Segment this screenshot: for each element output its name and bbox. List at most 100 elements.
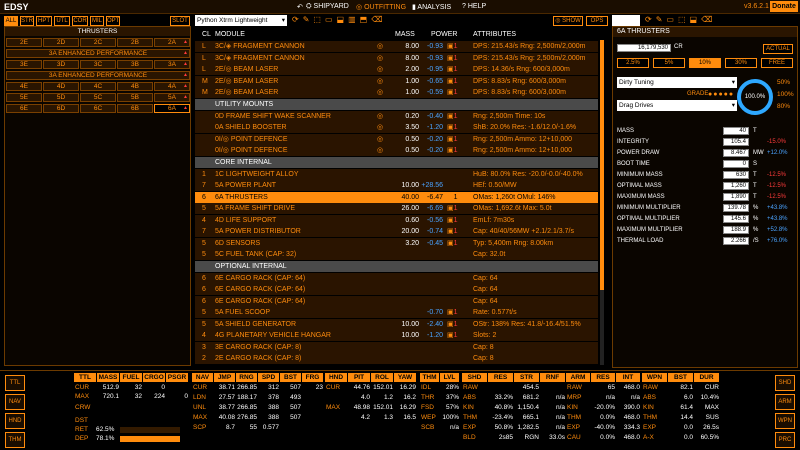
engineering-icon[interactable]: ◎ [377,111,383,122]
module-row[interactable]: L 3C/◈ FRAGMENT CANNON 8.00 -0.93 DPS: 215.4… [195,41,598,52]
module-row[interactable]: 0D FRAME SHIFT WAKE SCANNER 0.20 -0.40 Rng:… [195,110,598,122]
size-option-5c[interactable]: 5C [80,93,116,102]
module-row[interactable]: L 3C/◈ FRAGMENT CANNON 8.00 -0.93 DPS: 215.4… [195,52,598,64]
discount-0[interactable]: 2.5% [617,58,649,68]
module-row[interactable]: 5 5A FUEL SCOOP -0.70 Rate: 0.577t/s ▣ 1 [195,307,598,318]
filter-opt[interactable]: OPT [106,16,120,26]
size-option-6a[interactable]: 6A [154,104,190,113]
module-row[interactable]: 7 5A POWER DISTRIBUTOR 20.00 -0.74 Cap: 40/4… [195,226,598,237]
ship-toolbar-icons[interactable]: ⟳✎⬚▭⬓▥⬒⌫ [292,15,387,24]
priority-toggle[interactable]: ▣ 1 [447,64,458,75]
discount-1[interactable]: 5% [653,58,685,68]
module-row[interactable]: 7 5A POWER PLANT 10.00 +28.56 HEf: 0.50/MW [195,180,598,191]
tab-shipyard[interactable]: ⛭ SHIPYARD [306,3,349,11]
module-row[interactable]: M 2E/◎ BEAM LASER 1.00 -0.65 DPS: 8.83/s Rng… [195,75,598,87]
engineering-icon[interactable]: ◎ [377,76,383,87]
module-row[interactable]: L 2E/◎ BEAM LASER 2.00 -0.95 DPS: 14.36/s Rn… [195,64,598,75]
module-row[interactable]: 1 1C LIGHTWEIGHT ALLOY HuB: 80.0% Res: -20… [195,168,598,180]
size-option-3e[interactable]: 3E [6,60,42,69]
priority-toggle[interactable]: ▣ 1 [447,203,458,214]
size-option-3d[interactable]: 3D [43,60,79,69]
module-row[interactable]: 2 2E CARGO RACK (CAP: 8) Cap: 8 [195,353,598,364]
engineering-icon[interactable]: ◎ [377,122,383,133]
show-button[interactable]: ◎ SHOW [553,16,583,26]
priority-toggle[interactable]: ▣ 1 [447,238,458,249]
priority-toggle[interactable]: ▣ 1 [447,76,458,87]
size-option-2a[interactable]: 2A [154,38,190,47]
size-option-6b[interactable]: 6B [117,104,153,113]
view-nav[interactable]: NAV [5,394,25,410]
view-thm[interactable]: THM [5,432,25,448]
module-row[interactable]: 5 6D SENSORS 3.20 -0.45 Typ: 5,400m Rng: 8.0… [195,237,598,249]
blueprint-select[interactable]: Dirty Tuning ▾ [617,77,737,88]
priority-toggle[interactable]: ▣ 1 [447,122,458,133]
size-option-3a[interactable]: 3A [154,60,190,69]
slot-button[interactable]: SLOT [170,16,190,26]
tab-outfitting[interactable]: ◎ OUTFITTING [356,3,406,11]
tab-analysis[interactable]: ▮ ANALYSIS [412,3,451,11]
module-row[interactable]: 6 6E CARGO RACK (CAP: 64) Cap: 64 [195,284,598,295]
module-row[interactable]: M 2E/◎ BEAM LASER 1.00 -0.59 DPS: 8.83/s Rng… [195,87,598,98]
priority-toggle[interactable]: ▣ 1 [447,192,458,203]
view-arm[interactable]: ARM [775,394,795,410]
filter-str[interactable]: STR [20,16,34,26]
size-option-3a[interactable]: 3A ENHANCED PERFORMANCE [6,71,190,80]
blueprint-progress-gauge[interactable]: 100.0% [737,79,773,115]
size-option-3b[interactable]: 3B [117,60,153,69]
module-row[interactable]: 6 6E CARGO RACK (CAP: 64) Cap: 64 [195,295,598,307]
size-option-2c[interactable]: 2C [80,38,116,47]
size-option-4d[interactable]: 4D [43,82,79,91]
experimental-select[interactable]: Drag Drives ▾ [617,100,737,111]
filter-mil[interactable]: MIL [90,16,104,26]
priority-toggle[interactable]: ▣ 1 [447,330,458,341]
priority-toggle[interactable]: ▣ 1 [447,319,458,330]
ops-button[interactable]: OPS [586,16,608,26]
size-option-4b[interactable]: 4B [117,82,153,91]
priority-toggle[interactable]: ▣ 1 [447,145,458,156]
actual-button[interactable]: ACTUAL [763,44,793,54]
size-option-5e[interactable]: 5E [6,93,42,102]
engineering-icon[interactable]: ◎ [377,87,383,98]
size-option-5b[interactable]: 5B [117,93,153,102]
ship-select[interactable]: Python Xtrm Lightweight ▾ [195,15,287,26]
view-hnd[interactable]: HND [5,413,25,429]
engineering-icon[interactable]: ◎ [377,41,383,52]
module-row[interactable]: 0I/◎ POINT DEFENCE 0.50 -0.20 Rng: 2,500m A… [195,145,598,156]
module-row[interactable]: 3 3E CARGO RACK (CAP: 8) Cap: 8 [195,341,598,353]
undo-icon[interactable]: ↶ [297,3,303,11]
size-option-2b[interactable]: 2B [117,38,153,47]
module-row[interactable]: 6 6A THRUSTERS 40.00 -6.47 OMas: 1,260t OMul… [195,191,598,203]
module-row[interactable]: 4 4D LIFE SUPPORT 0.60 -0.56 EmLf: 7m30s ▣ 1 [195,214,598,226]
priority-toggle[interactable]: ▣ 1 [447,226,458,237]
discount-4[interactable]: FREE [761,58,793,68]
size-option-6c[interactable]: 6C [80,104,116,113]
engineering-icon[interactable]: ◎ [377,145,383,156]
module-row[interactable]: 5 5A FRAME SHIFT DRIVE 26.00 -6.69 OMas: 1,6… [195,203,598,214]
size-option-6e[interactable]: 6E [6,104,42,113]
filter-cor[interactable]: COR [72,16,88,26]
table-scrollbar[interactable] [600,40,604,365]
priority-toggle[interactable]: ▣ 1 [447,53,458,64]
filter-utl[interactable]: UTL [54,16,70,26]
discount-3[interactable]: 30% [725,58,757,68]
module-row[interactable]: 0A SHIELD BOOSTER 3.50 -1.20 ShB: 20.0% Res… [195,122,598,133]
size-option-5d[interactable]: 5D [43,93,79,102]
tab-help[interactable]: ? HELP [462,3,486,10]
view-ttl[interactable]: TTL [5,375,25,391]
module-row[interactable]: 5 5C FUEL TANK (CAP: 32) Cap: 32.0t [195,249,598,260]
priority-toggle[interactable]: ▣ 1 [447,41,458,52]
module-row[interactable]: 5 5A SHIELD GENERATOR 10.00 -2.40 OStr: 138%… [195,318,598,330]
size-option-2e[interactable]: 2E [6,38,42,47]
size-option-6d[interactable]: 6D [43,104,79,113]
priority-toggle[interactable]: ▣ 1 [447,215,458,226]
priority-toggle[interactable]: ▣ 1 [447,111,458,122]
size-option-4e[interactable]: 4E [6,82,42,91]
view-wpn[interactable]: WPN [775,413,795,429]
size-option-4c[interactable]: 4C [80,82,116,91]
size-option-4a[interactable]: 4A [154,82,190,91]
discount-2[interactable]: 10% [689,58,721,68]
module-select[interactable] [612,15,640,26]
module-row[interactable]: 4 4G PLANETARY VEHICLE HANGAR 10.00 -1.20 Sl… [195,330,598,341]
module-row[interactable]: 6 6E CARGO RACK (CAP: 64) Cap: 64 [195,272,598,284]
size-option-5a[interactable]: 5A [154,93,190,102]
